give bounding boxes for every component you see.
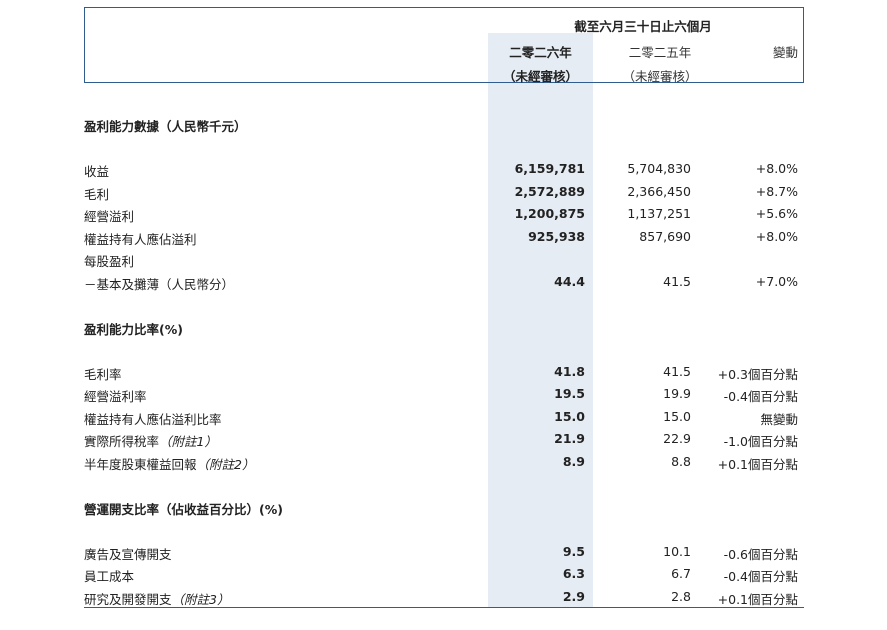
row-label: 實際所得稅率（附註1） <box>84 431 217 450</box>
col-prior-audit: （未經審核） <box>622 69 698 84</box>
table-row: 實際所得稅率（附註1） 21.9 22.9 -1.0個百分點 <box>84 431 798 453</box>
prior-value: 5,704,830 <box>627 161 691 176</box>
prior-value: 8.8 <box>671 454 691 469</box>
change-value: +0.3個百分點 <box>717 367 798 382</box>
current-value: 41.8 <box>554 364 585 379</box>
change-value: 無變動 <box>760 412 798 427</box>
table-row: 廣告及宣傳開支 9.5 10.1 -0.6個百分點 <box>84 544 798 566</box>
prior-value: 10.1 <box>663 544 691 559</box>
table-bottom-rule <box>84 607 804 608</box>
row-label: 研究及開發開支（附註3） <box>84 589 229 608</box>
section-title-profitability-ratios: 盈利能力比率(%) <box>84 322 183 337</box>
table-row: 經營溢利 1,200,875 1,137,251 +5.6% <box>84 206 798 228</box>
table-row: 員工成本 6.3 6.7 -0.4個百分點 <box>84 566 798 588</box>
table-row: －基本及攤薄（人民幣分） 44.4 41.5 +7.0% <box>84 274 798 296</box>
prior-value: 6.7 <box>671 566 691 581</box>
current-value: 21.9 <box>554 431 585 446</box>
current-value: 6,159,781 <box>514 161 585 176</box>
change-value: +8.0% <box>755 229 798 244</box>
change-value: -0.4個百分點 <box>723 569 798 584</box>
row-label: 權益持有人應佔溢利 <box>84 232 197 247</box>
row-label: 權益持有人應佔溢利比率 <box>84 412 222 427</box>
table-row: 收益 6,159,781 5,704,830 +8.0% <box>84 161 798 183</box>
row-label: 廣告及宣傳開支 <box>84 547 172 562</box>
prior-value: 41.5 <box>663 274 691 289</box>
current-value: 925,938 <box>528 229 585 244</box>
row-label: 毛利率 <box>84 367 122 382</box>
col-change: 變動 <box>772 45 798 60</box>
current-value: 1,200,875 <box>514 206 585 221</box>
prior-value: 2,366,450 <box>627 184 691 199</box>
row-label: 半年度股東權益回報（附註2） <box>84 454 254 473</box>
current-value: 2.9 <box>562 589 585 604</box>
prior-value: 2.8 <box>671 589 691 604</box>
change-value: +0.1個百分點 <box>717 592 798 607</box>
current-value: 2,572,889 <box>514 184 585 199</box>
table-row: 權益持有人應佔溢利比率 15.0 15.0 無變動 <box>84 409 798 431</box>
section-title-profitability-data: 盈利能力數據（人民幣千元） <box>84 119 247 134</box>
table-row: 每股盈利 <box>84 251 798 273</box>
change-value: +8.0% <box>755 161 798 176</box>
prior-value: 1,137,251 <box>627 206 691 221</box>
current-period-column-shading <box>488 33 593 607</box>
footnote-ref: （附註1） <box>159 434 217 449</box>
change-value: +0.1個百分點 <box>717 457 798 472</box>
section-title-operating-expense-ratios: 營運開支比率（佔收益百分比）(%) <box>84 502 283 517</box>
current-value: 9.5 <box>562 544 585 559</box>
col-prior-year: 二零二五年 <box>628 45 692 60</box>
change-value: +5.6% <box>755 206 798 221</box>
row-label-text: 半年度股東權益回報 <box>84 457 197 472</box>
prior-value: 857,690 <box>639 229 691 244</box>
current-value: 19.5 <box>554 386 585 401</box>
change-value: -0.6個百分點 <box>723 547 798 562</box>
current-value: 6.3 <box>562 566 585 581</box>
row-label-text: 實際所得稅率 <box>84 434 160 449</box>
current-value: 44.4 <box>554 274 585 289</box>
row-label: 每股盈利 <box>84 254 135 269</box>
row-label-text: 研究及開發開支 <box>84 592 172 607</box>
current-value: 15.0 <box>554 409 585 424</box>
row-label: －基本及攤薄（人民幣分） <box>84 277 235 292</box>
row-label: 經營溢利 <box>84 209 135 224</box>
col-current-year: 二零二六年 <box>509 45 572 60</box>
table-row: 毛利率 41.8 41.5 +0.3個百分點 <box>84 364 798 386</box>
table-row: 毛利 2,572,889 2,366,450 +8.7% <box>84 184 798 206</box>
table-row: 半年度股東權益回報（附註2） 8.9 8.8 +0.1個百分點 <box>84 454 798 476</box>
prior-value: 41.5 <box>663 364 691 379</box>
prior-value: 22.9 <box>663 431 691 446</box>
change-value: -0.4個百分點 <box>723 389 798 404</box>
table-row: 經營溢利率 19.5 19.9 -0.4個百分點 <box>84 386 798 408</box>
table-row: 權益持有人應佔溢利 925,938 857,690 +8.0% <box>84 229 798 251</box>
row-label: 毛利 <box>84 187 110 202</box>
prior-value: 19.9 <box>663 386 691 401</box>
row-label: 收益 <box>84 164 110 179</box>
prior-value: 15.0 <box>663 409 691 424</box>
change-value: +8.7% <box>755 184 798 199</box>
current-value: 8.9 <box>562 454 585 469</box>
change-value: +7.0% <box>755 274 798 289</box>
change-value: -1.0個百分點 <box>723 434 798 449</box>
row-label: 經營溢利率 <box>84 389 147 404</box>
period-heading: 截至六月三十日止六個月 <box>574 19 712 34</box>
footnote-ref: （附註2） <box>196 457 255 472</box>
col-current-audit: （未經審核） <box>502 69 578 84</box>
footnote-ref: （附註3） <box>171 592 230 607</box>
row-label: 員工成本 <box>84 569 135 584</box>
